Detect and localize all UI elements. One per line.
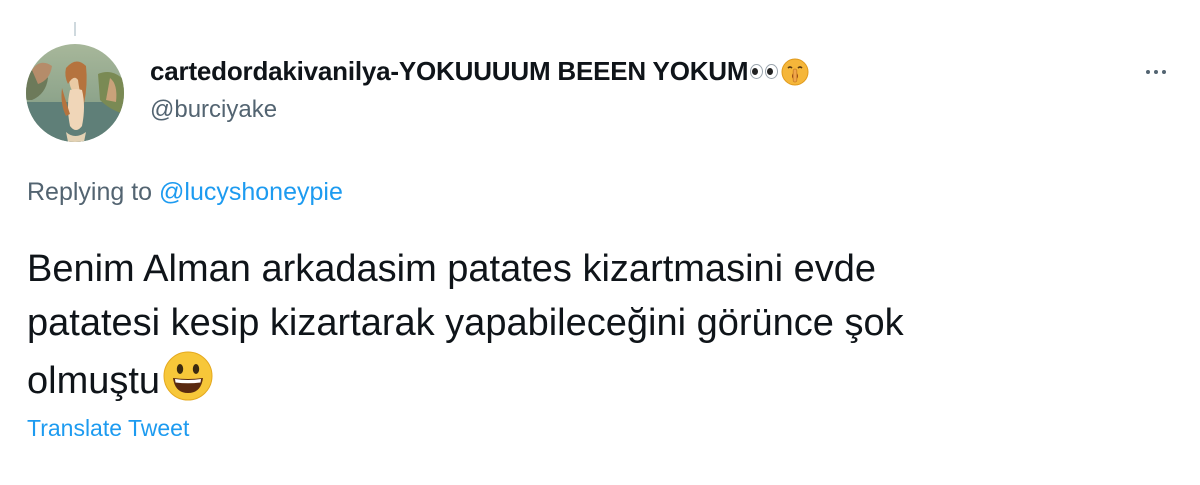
tweet-text-line-last: olmuştu	[27, 350, 1167, 404]
tweet-text: Benim Alman arkadasim patates kizartmasi…	[27, 242, 1167, 404]
birth-of-venus-avatar-image	[26, 44, 124, 142]
tweet-text-line: patatesi kesip kizartarak yapabileceğini…	[27, 302, 904, 344]
avatar[interactable]	[26, 44, 124, 142]
replying-to-label: Replying to	[27, 178, 153, 206]
grinning-face-icon	[163, 351, 213, 401]
display-name[interactable]: cartedordakivanilya-YOKUUUUM BEEEN YOKUM	[150, 56, 810, 87]
reply-mention-link[interactable]: @lucyshoneypie	[159, 178, 343, 206]
tweet-text-line-content: olmuştu	[27, 360, 161, 402]
eyes-icon	[750, 64, 779, 79]
name-emojis	[750, 57, 810, 87]
tweet-text-line: Benim Alman arkadasim patates kizartmasi…	[27, 248, 877, 290]
author-handle[interactable]: @burciyake	[150, 96, 277, 124]
replying-to: Replying to @lucyshoneypie	[27, 178, 343, 207]
display-name-text: cartedordakivanilya-YOKUUUUM BEEEN YOKUM	[150, 56, 749, 86]
shushing-face-icon	[781, 58, 809, 85]
thread-connector-line	[74, 22, 76, 36]
translate-tweet-link[interactable]: Translate Tweet	[27, 415, 189, 442]
more-options-icon[interactable]	[1138, 60, 1174, 84]
